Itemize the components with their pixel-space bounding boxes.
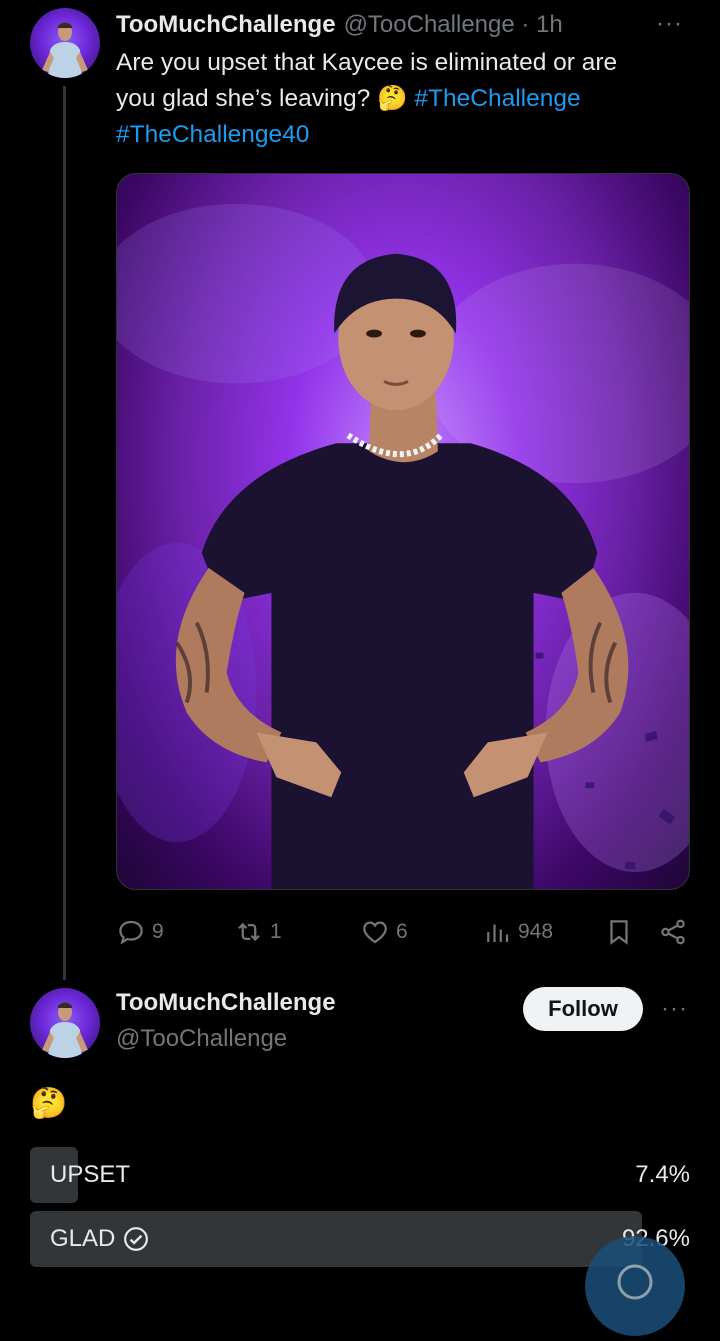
check-circle-icon xyxy=(124,1227,149,1251)
poll-option-percent: 7.4% xyxy=(635,1161,690,1188)
share-button[interactable] xyxy=(658,912,688,952)
tweet-text-line: you glad she’s leaving? xyxy=(116,85,371,112)
reply-icon xyxy=(119,920,143,945)
like-count: 6 xyxy=(396,920,408,943)
avatar[interactable] xyxy=(30,988,100,1058)
reply-button[interactable]: 9 xyxy=(116,912,164,952)
more-options-icon[interactable]: ··· xyxy=(656,10,683,38)
tweet-text-line: Are you upset that Kaycee is eliminated … xyxy=(116,49,618,76)
views-count: 948 xyxy=(518,920,554,943)
heart-icon xyxy=(363,921,387,944)
author-handle-time[interactable]: @TooChallenge · 1h xyxy=(344,11,563,39)
more-options-icon[interactable]: ··· xyxy=(661,995,688,1023)
repost-icon xyxy=(238,922,260,942)
author-name[interactable]: TooMuchChallenge xyxy=(116,11,336,39)
profile-name[interactable]: TooMuchChallenge xyxy=(116,989,336,1017)
bookmark-icon xyxy=(610,920,628,945)
poll-option-label: UPSET xyxy=(50,1161,131,1188)
bookmark-button[interactable] xyxy=(604,912,634,952)
views-button[interactable]: 948 xyxy=(482,912,553,952)
views-icon xyxy=(487,924,509,942)
thread-line xyxy=(63,86,66,980)
reply-count: 9 xyxy=(152,920,164,943)
share-icon xyxy=(661,919,685,945)
tweet-image[interactable] xyxy=(116,173,690,890)
profile-handle[interactable]: @TooChallenge xyxy=(116,1025,287,1053)
repost-button[interactable]: 1 xyxy=(234,912,282,952)
poll-option-upset[interactable]: UPSET 7.4% xyxy=(30,1147,690,1203)
thinking-emoji: 🤔 xyxy=(377,85,408,112)
like-button[interactable]: 6 xyxy=(360,912,408,952)
repost-count: 1 xyxy=(270,920,282,943)
thinking-emoji: 🤔 xyxy=(30,1087,68,1120)
compose-icon xyxy=(617,1264,653,1300)
follow-button[interactable]: Follow xyxy=(523,987,643,1031)
poll-option-label: GLAD xyxy=(50,1225,116,1252)
hashtag-thechallenge[interactable]: #TheChallenge xyxy=(414,85,580,112)
avatar[interactable] xyxy=(30,8,100,78)
hashtag-thechallenge40[interactable]: #TheChallenge40 xyxy=(116,121,309,148)
tweet-text: Are you upset that Kaycee is eliminated … xyxy=(116,45,696,153)
compose-button[interactable] xyxy=(585,1236,685,1336)
